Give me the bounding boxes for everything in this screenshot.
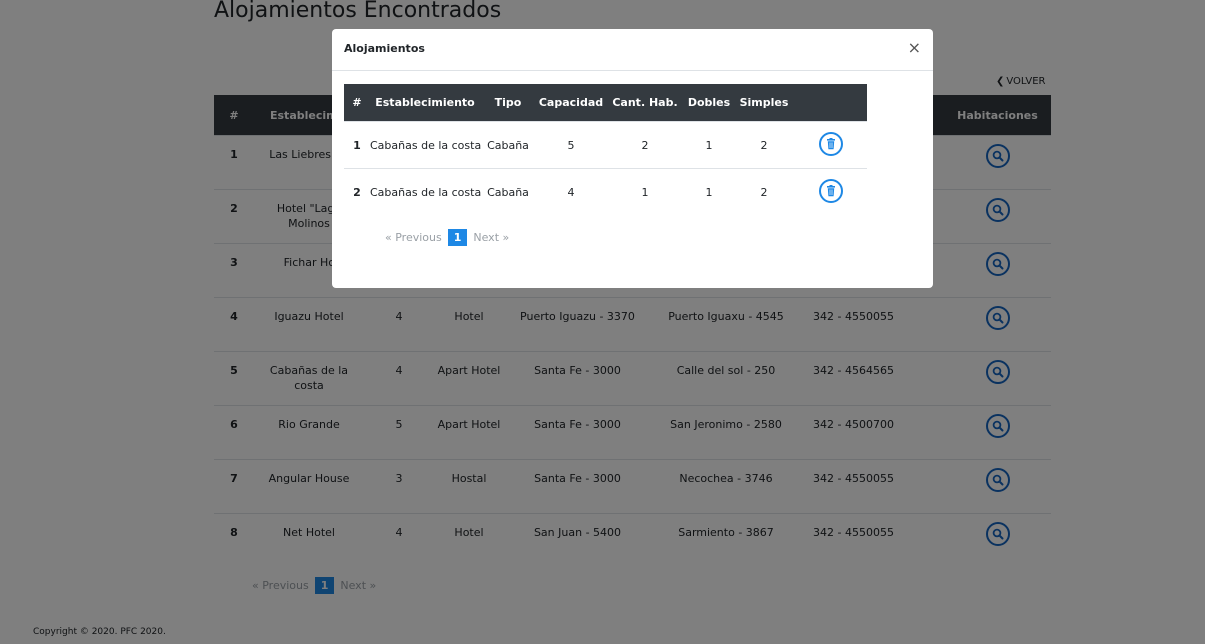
modal-table-row: 1 Cabañas de la costa Cabaña 5 2 1 2 <box>344 121 867 169</box>
modal-row-num: 1 <box>344 121 370 169</box>
modal-row-cant-hab: 2 <box>606 121 684 169</box>
modal-title: Alojamientos <box>344 42 425 55</box>
modal-row-tipo: Cabaña <box>480 168 536 215</box>
modal-header-cant-hab: Cant. Hab. <box>606 84 684 122</box>
modal-row-tipo: Cabaña <box>480 121 536 169</box>
modal-row-cant-hab: 1 <box>606 168 684 215</box>
modal-row-actions <box>794 121 867 169</box>
modal-header-capacidad: Capacidad <box>536 84 606 122</box>
modal-row-establecimiento: Cabañas de la costa <box>370 168 481 215</box>
trash-icon[interactable] <box>818 131 843 156</box>
modal-row-dobles: 1 <box>684 121 734 169</box>
modal-row-simples: 2 <box>734 168 794 215</box>
modal-row-num: 2 <box>344 168 370 215</box>
modal-row-dobles: 1 <box>684 168 734 215</box>
modal-table: # Establecimiento Tipo Capacidad Cant. H… <box>344 84 867 215</box>
modal-row-simples: 2 <box>734 121 794 169</box>
alojamientos-modal: Alojamientos × # Establecimiento Tipo Ca… <box>332 29 933 288</box>
modal-pagination-page-1[interactable]: 1 <box>447 229 468 246</box>
modal-pagination-previous[interactable]: « Previous <box>379 231 448 244</box>
modal-header-simples: Simples <box>734 84 794 122</box>
modal-row-establecimiento: Cabañas de la costa <box>370 121 481 169</box>
trash-icon[interactable] <box>818 178 843 203</box>
modal-row-capacidad: 5 <box>536 121 606 169</box>
modal-header-tipo: Tipo <box>480 84 536 122</box>
modal-header-row: # Establecimiento Tipo Capacidad Cant. H… <box>344 84 867 122</box>
modal-row-capacidad: 4 <box>536 168 606 215</box>
modal-header-num: # <box>344 84 370 122</box>
modal-header: Alojamientos × <box>332 29 933 71</box>
modal-pagination: « Previous 1 Next » <box>379 229 515 246</box>
modal-header-dobles: Dobles <box>684 84 734 122</box>
modal-table-row: 2 Cabañas de la costa Cabaña 4 1 1 2 <box>344 168 867 215</box>
modal-row-actions <box>794 168 867 215</box>
modal-header-establecimiento: Establecimiento <box>370 84 480 122</box>
modal-pagination-next[interactable]: Next » <box>467 231 515 244</box>
modal-header-actions <box>794 84 867 122</box>
close-icon[interactable]: × <box>908 40 921 56</box>
